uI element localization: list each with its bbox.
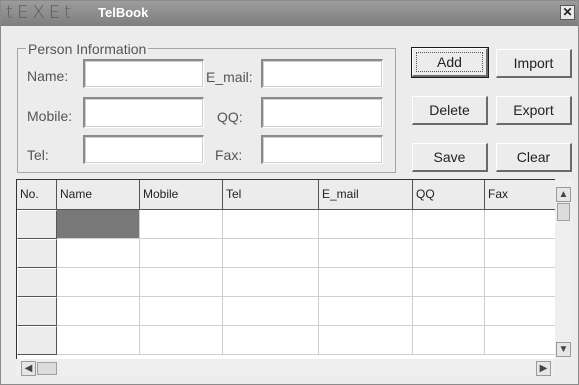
grid-cell-selected[interactable] xyxy=(57,210,140,239)
grid-cell[interactable] xyxy=(57,326,140,355)
column-header-mobile[interactable]: Mobile xyxy=(140,180,223,210)
grid-cell[interactable] xyxy=(485,210,556,239)
grid-cell[interactable] xyxy=(485,326,556,355)
save-button[interactable]: Save xyxy=(412,143,488,172)
column-header-email[interactable]: E_mail xyxy=(319,180,413,210)
export-button[interactable]: Export xyxy=(496,96,572,125)
grid-cell[interactable] xyxy=(223,210,319,239)
tel-field[interactable] xyxy=(83,135,204,164)
vertical-scrollbar[interactable]: ▲ ▼ xyxy=(555,179,572,359)
grid-cell[interactable] xyxy=(485,239,556,268)
grid-cell[interactable] xyxy=(140,297,223,326)
grid-cell[interactable] xyxy=(57,239,140,268)
grid-cell[interactable] xyxy=(140,326,223,355)
clear-button[interactable]: Clear xyxy=(496,143,572,172)
grid-cell[interactable] xyxy=(223,326,319,355)
name-label: Name: xyxy=(27,68,69,84)
horizontal-scroll-thumb[interactable] xyxy=(37,362,57,375)
row-header[interactable] xyxy=(17,239,57,268)
grid-cell[interactable] xyxy=(485,268,556,297)
scroll-left-icon[interactable]: ◀ xyxy=(21,361,36,376)
scroll-right-icon[interactable]: ▶ xyxy=(536,361,551,376)
grid-cell[interactable] xyxy=(57,297,140,326)
grid-cell[interactable] xyxy=(223,239,319,268)
import-button[interactable]: Import xyxy=(496,49,572,78)
name-field[interactable] xyxy=(83,59,204,88)
grid-cell[interactable] xyxy=(319,326,413,355)
horizontal-scrollbar[interactable]: ◀ ▶ xyxy=(16,359,555,377)
grid-cell[interactable] xyxy=(413,297,485,326)
grid-cell[interactable] xyxy=(140,239,223,268)
tel-label: Tel: xyxy=(27,147,49,163)
window-title: TelBook xyxy=(98,5,149,20)
column-header-qq[interactable]: QQ xyxy=(413,180,485,210)
grid-cell[interactable] xyxy=(319,268,413,297)
contacts-grid[interactable]: No. Name Mobile Tel E_mail QQ Fax xyxy=(16,179,556,360)
mobile-field[interactable] xyxy=(83,97,204,128)
column-header-name[interactable]: Name xyxy=(57,180,140,210)
scroll-down-icon[interactable]: ▼ xyxy=(556,342,571,357)
texet-logo: tEXEt xyxy=(6,2,76,23)
column-header-tel[interactable]: Tel xyxy=(223,180,319,210)
close-icon[interactable]: ✕ xyxy=(560,5,575,20)
scroll-up-icon[interactable]: ▲ xyxy=(556,187,571,202)
grid-cell[interactable] xyxy=(319,210,413,239)
grid-cell[interactable] xyxy=(413,210,485,239)
grid-cell[interactable] xyxy=(223,268,319,297)
grid-cell[interactable] xyxy=(140,268,223,297)
fax-field[interactable] xyxy=(261,135,383,164)
grid-cell[interactable] xyxy=(223,297,319,326)
title-bar[interactable]: tEXEt TelBook ✕ xyxy=(1,1,578,26)
add-button[interactable]: Add xyxy=(411,47,489,78)
row-header[interactable] xyxy=(17,297,57,326)
row-header[interactable] xyxy=(17,326,57,355)
email-field[interactable] xyxy=(261,59,383,88)
email-label: E_mail: xyxy=(206,69,253,85)
qq-label: QQ: xyxy=(217,109,243,125)
row-header[interactable] xyxy=(17,210,57,239)
grid-cell[interactable] xyxy=(413,268,485,297)
grid-cell[interactable] xyxy=(140,210,223,239)
vertical-scroll-thumb[interactable] xyxy=(557,203,570,221)
delete-button[interactable]: Delete xyxy=(412,96,488,125)
grid-cell[interactable] xyxy=(485,297,556,326)
grid-cell[interactable] xyxy=(57,268,140,297)
mobile-label: Mobile: xyxy=(27,108,73,124)
telbook-window: tEXEt TelBook ✕ Person Information Name:… xyxy=(0,0,579,385)
column-header-no[interactable]: No. xyxy=(17,180,57,210)
column-header-fax[interactable]: Fax xyxy=(485,180,556,210)
fax-label: Fax: xyxy=(215,147,243,163)
grid-cell[interactable] xyxy=(413,239,485,268)
grid-cell[interactable] xyxy=(413,326,485,355)
grid-cell[interactable] xyxy=(319,297,413,326)
qq-field[interactable] xyxy=(261,97,383,128)
scrollbar-corner xyxy=(555,359,572,377)
grid-cell[interactable] xyxy=(319,239,413,268)
person-information-legend: Person Information xyxy=(26,41,149,57)
row-header[interactable] xyxy=(17,268,57,297)
focus-rectangle xyxy=(416,52,483,72)
